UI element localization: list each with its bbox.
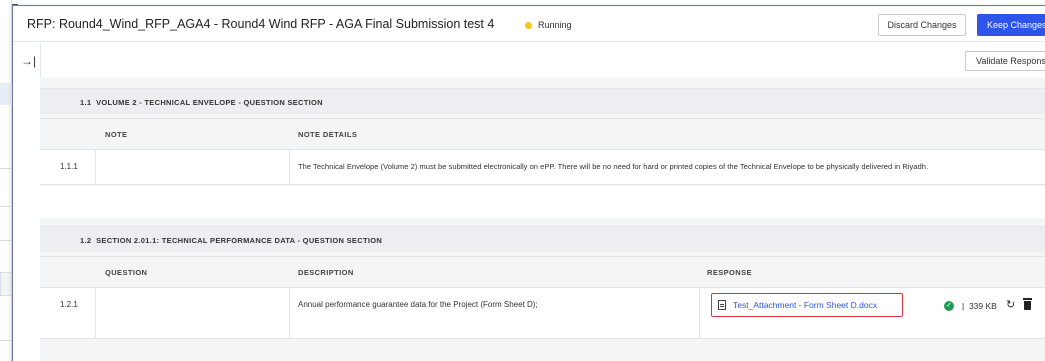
note-details-text: The Technical Envelope (Volume 2) must b… <box>298 162 929 171</box>
attachment-filename[interactable]: Test_Attachment - Form Sheet D.docx <box>733 300 877 310</box>
section-header: 1.1 VOLUME 2 - TECHNICAL ENVELOPE - QUES… <box>40 88 1045 114</box>
column-header-note: NOTE <box>105 130 128 139</box>
refresh-icon[interactable]: ↻ <box>1006 298 1015 311</box>
column-divider <box>289 150 290 184</box>
table-row: 1.2.1 Annual performance guarantee data … <box>40 287 1045 339</box>
column-divider <box>699 288 700 338</box>
background-item <box>0 272 12 296</box>
trash-icon[interactable] <box>1023 298 1032 310</box>
table-header: QUESTION DESCRIPTION RESPONSE <box>40 256 1045 286</box>
validate-response-button[interactable]: Validate Response <box>965 51 1045 71</box>
table-header: NOTE NOTE DETAILS <box>40 118 1045 148</box>
section-header: 1.2 SECTION 2.01.1: TECHNICAL PERFORMANC… <box>40 226 1045 252</box>
background-app-sidebar <box>0 0 12 361</box>
status-dot-icon <box>525 22 532 29</box>
document-icon <box>718 300 726 310</box>
panel-header: RFP: Round4_Wind_RFP_AGA4 - Round4 Wind … <box>13 6 1045 42</box>
column-header-description: DESCRIPTION <box>298 268 354 277</box>
column-header-response: RESPONSE <box>707 268 752 277</box>
section-name: SECTION 2.01.1: TECHNICAL PERFORMANCE DA… <box>96 236 383 245</box>
attachment-size: | 339 KB <box>962 301 997 311</box>
column-header-note-details: NOTE DETAILS <box>298 130 358 139</box>
rfp-title: RFP: Round4_Wind_RFP_AGA4 - Round4 Wind … <box>27 17 495 31</box>
background-divider <box>0 206 12 207</box>
check-circle-icon: ✓ <box>944 301 954 311</box>
background-divider <box>0 340 12 341</box>
background-divider <box>0 240 12 241</box>
file-size-value: 339 KB <box>968 301 997 311</box>
section-title: 1.2 SECTION 2.01.1: TECHNICAL PERFORMANC… <box>80 236 382 245</box>
section-number: 1.2 <box>80 236 92 245</box>
column-divider <box>289 288 290 338</box>
section-spacer <box>40 186 1045 218</box>
discard-changes-button[interactable]: Discard Changes <box>878 14 966 36</box>
status-label: Running <box>538 20 572 30</box>
column-divider <box>95 150 96 184</box>
column-header-question: QUESTION <box>105 268 148 277</box>
column-divider <box>95 288 96 338</box>
section-name: VOLUME 2 - TECHNICAL ENVELOPE - QUESTION… <box>96 98 323 107</box>
attachment-link[interactable]: Test_Attachment - Form Sheet D.docx <box>711 293 903 317</box>
panel-toolbar: →| Validate Response <box>13 43 1045 361</box>
collapse-sidebar-icon[interactable]: →| <box>21 54 36 68</box>
section-title: 1.1 VOLUME 2 - TECHNICAL ENVELOPE - QUES… <box>80 98 323 107</box>
background-selected-item <box>0 83 12 105</box>
table-row: 1.1.1 The Technical Envelope (Volume 2) … <box>40 149 1045 185</box>
row-number: 1.1.1 <box>60 162 78 171</box>
status-badge: Running <box>525 20 572 30</box>
background-divider <box>0 168 12 169</box>
keep-changes-button[interactable]: Keep Changes <box>977 14 1045 36</box>
row-number: 1.2.1 <box>60 300 78 309</box>
description-text: Annual performance guarantee data for th… <box>298 300 538 309</box>
section-number: 1.1 <box>80 98 92 107</box>
